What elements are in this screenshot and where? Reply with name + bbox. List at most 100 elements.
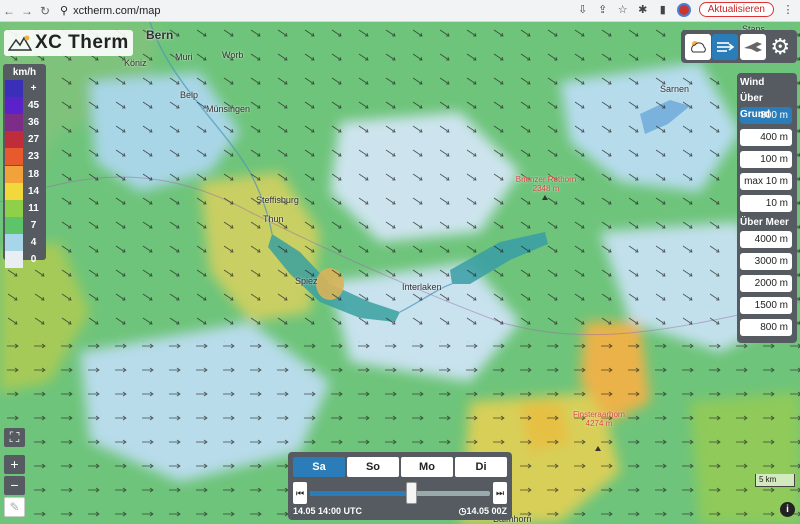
map-canvas <box>0 22 800 524</box>
place-label: Köniz <box>124 58 147 68</box>
zoom-out-button[interactable]: − <box>4 476 25 495</box>
logo-text: XC Therm <box>35 32 129 53</box>
legend-swatch <box>5 182 23 200</box>
peak-elevation: 4274 m <box>585 419 613 428</box>
legend-value: 11 <box>28 202 39 214</box>
legend-swatch <box>5 97 23 115</box>
zoom-in-button[interactable]: + <box>4 455 25 474</box>
menu-kebab-icon[interactable]: ⋮ <box>782 4 794 16</box>
altitude-button[interactable]: 3000 m <box>740 253 792 270</box>
gear-icon[interactable]: ⚙ <box>767 34 793 60</box>
altitude-button[interactable]: 2000 m <box>740 275 792 292</box>
place-label: Thun <box>263 214 284 224</box>
legend-value: 36 <box>27 117 40 129</box>
legend-row: + <box>5 80 44 98</box>
wind-map[interactable]: Bern Köniz Muri Worb Belp Münsingen Stef… <box>0 22 800 524</box>
legend-row: 45 <box>5 97 44 115</box>
day-tab-mo[interactable]: Mo <box>401 457 453 477</box>
address-bar[interactable]: ⚲ xctherm.com/map <box>60 4 160 18</box>
time-slider-thumb[interactable] <box>405 482 417 504</box>
day-tab-sa[interactable]: Sa <box>293 457 345 477</box>
altitude-button[interactable]: 4000 m <box>740 231 792 248</box>
fullscreen-icon[interactable]: ⛶ <box>4 428 25 447</box>
altitude-button[interactable]: 400 m <box>740 129 792 146</box>
place-label: Muri <box>175 52 193 62</box>
legend-swatch <box>5 250 23 268</box>
reload-icon[interactable]: ↻ <box>36 4 54 18</box>
legend-swatch <box>5 114 23 132</box>
legend-value: 0 <box>30 253 37 265</box>
wind-icon[interactable] <box>712 33 739 60</box>
day-tab-di[interactable]: Di <box>455 457 507 477</box>
forward-icon[interactable]: → <box>18 4 36 18</box>
sidebar-icon[interactable]: ▮ <box>657 4 669 16</box>
peak-label: Brienzer Rothorn 2348 m <box>508 175 584 193</box>
install-icon[interactable]: ⇩ <box>577 4 589 16</box>
legend-row: 23 <box>5 148 44 166</box>
legend-swatch <box>5 199 23 217</box>
skip-forward-icon[interactable]: ⏭ <box>493 482 507 504</box>
legend-row: 27 <box>5 131 44 149</box>
peak-label: Finsteraarhorn 4274 m <box>562 410 636 428</box>
place-label: Spiez <box>295 276 318 286</box>
cloud-sun-icon[interactable] <box>684 33 711 60</box>
place-label: Bern <box>146 28 174 42</box>
legend-value: 18 <box>27 168 40 180</box>
legend-row: 18 <box>5 165 44 183</box>
plane-icon[interactable] <box>739 33 766 60</box>
altitude-panel: Wind Über Grund 800 m 400 m 100 m max 10 m 1… <box>737 73 797 343</box>
model-run: ◷14.05 00Z <box>459 506 507 517</box>
altitude-button[interactable]: 800 m <box>740 319 792 336</box>
info-icon[interactable]: i <box>780 502 795 517</box>
legend-value: 45 <box>27 100 40 112</box>
legend-value: 7 <box>30 219 37 231</box>
peak-elevation: 2348 m <box>532 184 560 193</box>
legend-row: 0 <box>5 250 44 268</box>
altitude-button[interactable]: 1500 m <box>740 297 792 314</box>
extensions-icon[interactable]: ✱ <box>637 4 649 16</box>
wind-legend: km/h +45 36 27 23 18 14 11 7 4 0 <box>3 64 46 268</box>
time-slider-track[interactable] <box>310 491 490 496</box>
model-run-label: 14.05 00Z <box>466 506 507 516</box>
app-logo[interactable]: XC Therm <box>4 30 133 56</box>
legend-row: 4 <box>5 233 44 251</box>
back-icon[interactable]: ← <box>0 4 18 18</box>
legend-value: 23 <box>27 151 40 163</box>
legend-swatch <box>5 131 23 149</box>
legend-value: 27 <box>27 134 40 146</box>
time-slider-fill <box>310 491 411 496</box>
above-sea-heading: Über Meer <box>740 217 789 228</box>
update-button[interactable]: Aktualisieren <box>698 2 774 17</box>
legend-row: 36 <box>5 114 44 132</box>
legend-value: + <box>30 83 37 95</box>
site-info-icon[interactable]: ⚲ <box>60 4 68 17</box>
draw-icon[interactable]: ✎ <box>4 497 25 517</box>
peak-name: Finsteraarhorn <box>572 410 626 419</box>
skip-back-icon[interactable]: ⏮ <box>293 482 307 504</box>
legend-swatch <box>5 233 23 251</box>
legend-row: 14 <box>5 182 44 200</box>
place-label: Interlaken <box>402 282 442 292</box>
place-label: Worb <box>222 50 244 60</box>
above-ground-heading: Über Grund <box>740 93 770 120</box>
legend-swatch <box>5 216 23 234</box>
layer-switcher: ⚙ <box>681 30 797 63</box>
bookmark-star-icon[interactable]: ☆ <box>617 4 629 16</box>
altitude-button[interactable]: 100 m <box>740 151 792 168</box>
legend-value: 4 <box>30 236 37 248</box>
legend-swatch <box>5 165 23 183</box>
zoom-controls: ⛶ + − <box>4 428 25 497</box>
scale-bar: 5 km <box>755 474 795 487</box>
altitude-button[interactable]: 10 m <box>740 195 792 212</box>
legend-unit: km/h <box>12 67 37 78</box>
day-tab-so[interactable]: So <box>347 457 399 477</box>
profile-avatar[interactable] <box>676 2 691 17</box>
timeline-panel: Sa So Mo Di ⏮ ⏭ 14.05 14:00 UTC ◷14.05 0… <box>288 452 512 520</box>
legend-value: 14 <box>27 185 40 197</box>
altitude-button[interactable]: max 10 m <box>740 173 792 190</box>
legend-row: 7 <box>5 216 44 234</box>
current-time: 14.05 14:00 UTC <box>293 506 363 516</box>
share-icon[interactable]: ⇪ <box>597 4 609 16</box>
legend-swatch <box>5 80 23 98</box>
peak-name: Brienzer Rothorn <box>515 175 577 184</box>
